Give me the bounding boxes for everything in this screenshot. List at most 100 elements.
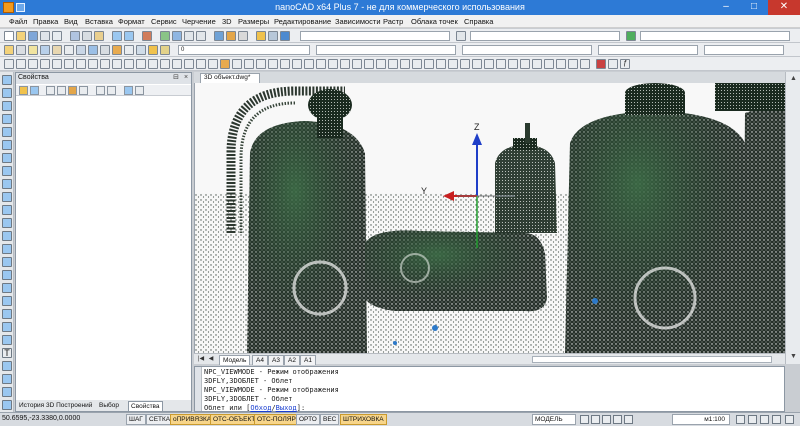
spline-icon[interactable]	[88, 59, 98, 69]
zoom-extents-icon[interactable]	[196, 31, 206, 41]
copy-object-icon[interactable]	[388, 59, 398, 69]
pin-icon[interactable]: ⊟	[172, 74, 180, 82]
copy-icon[interactable]	[82, 31, 92, 41]
close-button[interactable]: ✕	[768, 0, 800, 15]
wipeout-icon[interactable]	[2, 361, 12, 371]
redo-icon[interactable]	[124, 31, 134, 41]
snap-perpendicular-icon[interactable]	[316, 59, 326, 69]
hatch-tool-icon[interactable]	[2, 270, 12, 280]
donut-icon[interactable]	[2, 387, 12, 397]
mtext-icon[interactable]	[136, 59, 146, 69]
lineweight-select[interactable]	[598, 45, 698, 55]
prompt-option-walk[interactable]: Обход	[250, 404, 271, 412]
named-views-icon[interactable]	[214, 31, 224, 41]
move-icon[interactable]	[376, 59, 386, 69]
make-current-layer-icon[interactable]	[160, 45, 170, 55]
layout-icon[interactable]	[602, 415, 611, 424]
text-style-icon[interactable]	[456, 31, 466, 41]
preview-icon[interactable]	[52, 31, 62, 41]
layer-walk-icon[interactable]	[88, 45, 98, 55]
hatch-toggle[interactable]: ШТРИХОВКА	[340, 414, 387, 425]
sketch-icon[interactable]	[2, 400, 12, 410]
lock-icon[interactable]	[772, 415, 781, 424]
point-icon[interactable]	[100, 59, 110, 69]
color-select[interactable]	[316, 45, 456, 55]
panel-close-icon[interactable]: ×	[182, 74, 190, 82]
grid-view-icon[interactable]	[124, 86, 133, 95]
gradient-icon[interactable]	[2, 283, 12, 293]
point-tool-icon[interactable]	[2, 257, 12, 267]
offset-icon[interactable]	[436, 59, 446, 69]
tab-3d-history[interactable]: История 3D Построений	[17, 401, 94, 411]
menu-item-modify[interactable]: Редактирование	[274, 17, 331, 26]
boundary-icon[interactable]	[2, 374, 12, 384]
function-icon[interactable]: ƒ	[620, 59, 630, 69]
zoom-icon[interactable]	[172, 31, 182, 41]
tab-model[interactable]: Модель	[219, 355, 251, 365]
construction-line-icon[interactable]	[2, 88, 12, 98]
snap-tangent-icon[interactable]	[328, 59, 338, 69]
add-selected-icon[interactable]	[2, 335, 12, 345]
snap-extension-icon[interactable]	[292, 59, 302, 69]
linetype-select[interactable]	[462, 45, 592, 55]
command-prompt[interactable]: Облет или [Обход/Выход]:	[204, 404, 305, 412]
scroll-down-icon[interactable]: ▼	[789, 352, 798, 361]
properties-icon[interactable]	[226, 31, 236, 41]
explode-icon[interactable]	[556, 59, 566, 69]
polyline-tool-icon[interactable]	[2, 114, 12, 124]
dim-style-select[interactable]	[470, 31, 620, 41]
menu-item-view[interactable]: Вид	[64, 17, 78, 26]
snap-toggle[interactable]: ШАГ	[126, 414, 146, 425]
tab-a4[interactable]: A4	[252, 355, 268, 365]
layer-color-icon[interactable]	[64, 45, 74, 55]
menu-item-edit[interactable]: Правка	[33, 17, 58, 26]
tab-a1[interactable]: A1	[300, 355, 316, 365]
plotstyle-select[interactable]	[704, 45, 784, 55]
multileader-style-select[interactable]	[640, 31, 790, 41]
region-icon[interactable]	[124, 59, 134, 69]
zoom-window-icon[interactable]	[184, 31, 194, 41]
horizontal-scrollbar[interactable]	[532, 356, 772, 363]
layer-state-icon[interactable]	[4, 45, 14, 55]
edit-polyline-icon[interactable]	[580, 59, 590, 69]
maximize-button[interactable]: □	[740, 0, 768, 15]
snap-quadrant-icon[interactable]	[268, 59, 278, 69]
menu-item-service[interactable]: Сервис	[151, 17, 177, 26]
snap-node-icon[interactable]	[256, 59, 266, 69]
snap-parallel-icon[interactable]	[364, 59, 374, 69]
calculator-icon[interactable]	[268, 31, 278, 41]
ellipse-tool-icon[interactable]	[2, 205, 12, 215]
layers-manager-icon[interactable]	[238, 31, 248, 41]
revision-cloud-icon[interactable]	[2, 179, 12, 189]
paste-icon[interactable]	[94, 31, 104, 41]
auto-scale-icon[interactable]	[748, 415, 757, 424]
sort-icon[interactable]	[68, 86, 77, 95]
block-icon[interactable]	[148, 59, 158, 69]
menu-item-draw[interactable]: Черчение	[182, 17, 216, 26]
polar-toggle[interactable]: ОТС-ПОЛЯР	[254, 414, 299, 425]
vertical-scrollbar[interactable]: ▲ ▼	[785, 72, 800, 364]
document-tab-3d-object[interactable]: 3D объект.dwg*	[200, 73, 260, 83]
menu-item-constraints[interactable]: Зависимости	[335, 17, 381, 26]
join-icon[interactable]	[496, 59, 506, 69]
quick-select-icon[interactable]	[608, 59, 618, 69]
insert-block-tool-icon[interactable]	[2, 231, 12, 241]
layer-copy-icon[interactable]	[124, 45, 134, 55]
rectangle-tool-icon[interactable]	[2, 140, 12, 150]
annotation-visibility-icon[interactable]	[736, 415, 745, 424]
ortho-toggle[interactable]: ОРТО	[296, 414, 320, 425]
snap-endpoint-icon[interactable]	[220, 59, 230, 69]
scroll-up-icon[interactable]: ▲	[789, 74, 798, 83]
arc-tool-icon[interactable]	[2, 153, 12, 163]
erase-icon[interactable]	[568, 59, 578, 69]
annotation-icon[interactable]	[624, 415, 633, 424]
polygon-tool-icon[interactable]	[2, 127, 12, 137]
menu-item-3d[interactable]: 3D	[222, 17, 232, 26]
collapse-all-icon[interactable]	[96, 86, 105, 95]
open-file-icon[interactable]	[16, 31, 26, 41]
layer-isolate-icon[interactable]	[76, 45, 86, 55]
drawing-viewport[interactable]: Z Y	[194, 83, 785, 353]
snap-center-icon[interactable]	[244, 59, 254, 69]
line-icon[interactable]	[4, 59, 14, 69]
save-icon[interactable]	[28, 31, 38, 41]
